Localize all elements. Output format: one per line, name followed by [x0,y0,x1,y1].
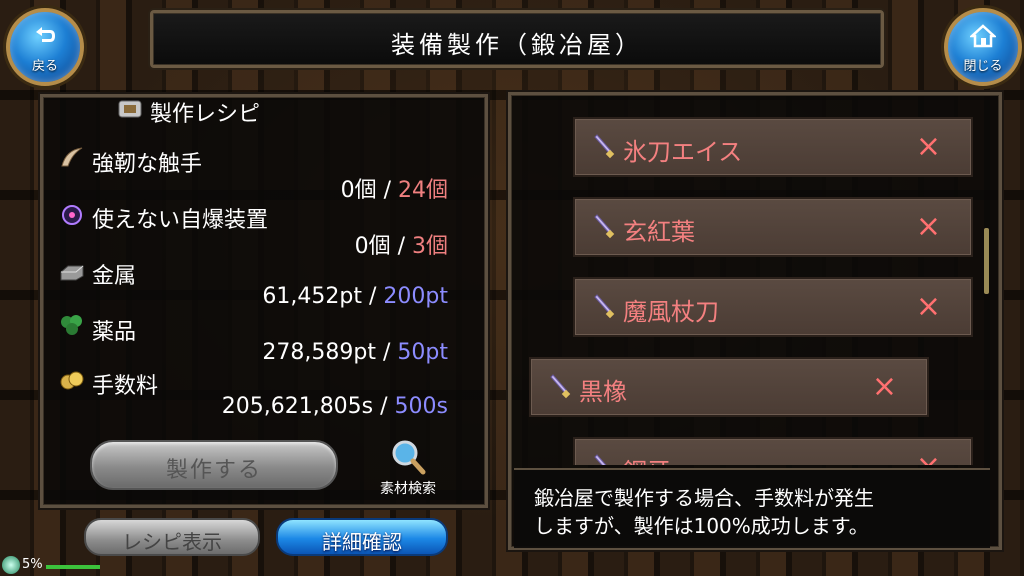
back-button[interactable]: 戻る [6,8,84,86]
detail-confirm-button[interactable]: 詳細確認 [276,518,448,556]
list-item[interactable]: 玄紅葉 × [573,197,973,257]
sword-icon [594,214,615,239]
info-message-box: 鍛冶屋で製作する場合、手数料が発生 しますが、製作は100%成功します。 [514,468,990,548]
status-orb-icon [2,556,20,574]
orb-device-icon [62,205,82,225]
recipe-view-button[interactable]: レシピ表示 [84,518,260,556]
recipe-view-label: レシピ表示 [122,530,222,554]
unavailable-mark: × [871,369,897,404]
close-label: 閉じる [963,59,1003,74]
coins-icon [60,371,84,390]
material-search-button[interactable]: 素材検索 [368,438,448,498]
resource-count-metal: 61,452pt / 200pt [262,284,448,309]
info-line-2: しますが、製作は100%成功します。 [534,514,869,538]
material-name-2: 使えない自爆装置 [92,208,269,233]
title-bar: 装備製作（鍛冶屋） [150,10,884,68]
unavailable-mark: × [916,449,941,465]
recipe-heading: 製作レシピ [150,102,261,127]
unavailable-mark: × [915,129,941,164]
back-arrow-icon [36,27,55,42]
item-name: 黒橡 [579,378,627,406]
resource-name-fee: 手数料 [92,374,159,399]
list-scrollbar[interactable] [984,228,989,294]
list-item[interactable]: 氷刀エイス × [573,117,973,177]
item-name: 氷刀エイス [623,138,743,166]
sword-icon [594,134,615,159]
recipe-scroll-icon [118,100,142,118]
tentacle-icon [61,147,83,167]
make-button-label: 製作する [165,458,262,483]
material-count-1: 0個 / 24個 [340,178,448,203]
equipment-list: 氷刀エイス × 玄紅葉 × 魔風杖刀 × 黒橡 × 鋼牙 × [511,95,993,465]
home-icon [970,24,996,48]
list-item[interactable]: 魔風杖刀 × [573,277,973,337]
page-title: 装備製作（鍛冶屋） [391,31,643,59]
status-percent: 5% [22,557,43,572]
material-name-1: 強靭な触手 [92,152,203,177]
detail-confirm-label: 詳細確認 [322,530,402,554]
herb-icon [61,315,82,335]
info-line-1: 鍛冶屋で製作する場合、手数料が発生 [534,486,874,510]
list-item[interactable]: 鋼牙 × [573,437,973,465]
status-bar: 5% [0,556,1024,576]
resource-count-herb: 278,589pt / 50pt [262,340,448,365]
make-button[interactable]: 製作する [90,440,338,490]
item-name: 鋼牙 [623,452,671,465]
unavailable-mark: × [915,209,941,244]
status-progress-bar [46,565,100,569]
magnifier-icon [392,440,426,475]
sword-icon [594,294,615,319]
close-button[interactable]: 閉じる [944,8,1022,86]
resource-name-herb: 薬品 [92,320,137,345]
unavailable-mark: × [915,289,941,324]
resource-name-metal: 金属 [92,264,137,289]
list-item-selected[interactable]: 黒橡 × [529,357,929,417]
material-count-2: 0個 / 3個 [354,234,448,259]
material-search-label: 素材検索 [380,481,436,497]
metal-icon [60,265,84,281]
resource-count-fee: 205,621,805s / 500s [221,394,448,419]
item-name: 魔風杖刀 [623,298,719,326]
sword-icon [550,374,571,399]
sword-icon [594,454,607,465]
item-name: 玄紅葉 [623,218,695,246]
back-label: 戻る [31,59,58,74]
